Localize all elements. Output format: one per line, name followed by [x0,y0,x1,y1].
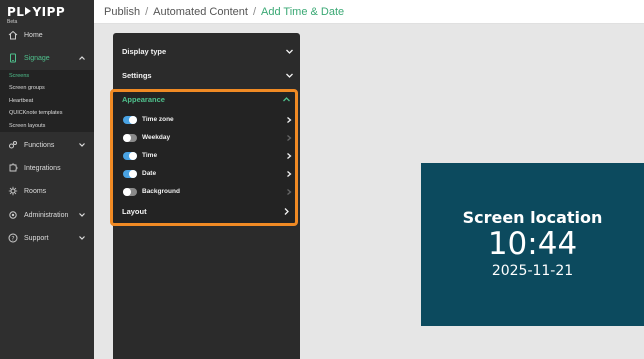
chevron-right-icon[interactable] [285,134,293,142]
subnav-quicknote-templates[interactable]: QUICKnote templates [9,110,63,116]
svg-text:?: ? [11,235,14,242]
breadcrumb-separator: / [145,5,149,18]
home-icon [8,30,18,40]
chevron-up-icon [79,56,85,60]
option-weekday[interactable]: Weekday [123,133,293,143]
breadcrumb-separator: / [252,5,256,18]
chevron-right-icon [284,208,289,215]
time-zone-toggle[interactable] [123,116,137,124]
play-icon [25,7,32,15]
puzzle-icon [8,163,18,173]
nav-functions-label: Functions [24,141,55,149]
option-time[interactable]: Time [123,151,293,161]
date-toggle[interactable] [123,170,137,178]
section-settings-label: Settings [122,71,152,80]
help-icon: ? [8,233,18,243]
section-appearance-label: Appearance [122,95,165,104]
option-background[interactable]: Background [123,187,293,197]
background-label: Background [142,188,180,195]
subnav-screens[interactable]: Screens [9,73,29,79]
chevron-down-icon [286,73,293,78]
signage-subnav: Screens Screen groups Heartbeat QUICKnot… [0,70,94,132]
section-display-type[interactable]: Display type [122,47,294,56]
gears-icon [8,140,18,150]
subnav-screen-groups[interactable]: Screen groups [9,85,45,91]
gear-icon [8,210,18,220]
nav-functions[interactable]: Functions [0,134,94,156]
section-appearance[interactable]: Appearance [122,95,291,104]
chevron-right-icon[interactable] [285,116,293,124]
nav-administration-label: Administration [24,211,69,219]
nav-signage[interactable]: Signage [0,47,94,69]
time-toggle[interactable] [123,152,137,160]
signage-icon [8,53,18,63]
section-layout-label: Layout [122,207,147,216]
breadcrumb-automated-content[interactable]: Automated Content [153,6,248,18]
breadcrumb-current-page: Add Time & Date [261,5,345,18]
rooms-icon [8,186,18,196]
breadcrumb-publish[interactable]: Publish [104,6,140,18]
nav-support[interactable]: ? Support [0,227,94,249]
time-label: Time [142,152,158,159]
background-toggle[interactable] [123,188,137,196]
nav-home-label: Home [24,31,43,39]
chevron-right-icon[interactable] [285,170,293,178]
subnav-screen-layouts[interactable]: Screen layouts [9,123,45,129]
section-layout[interactable]: Layout [122,207,291,216]
date-label: Date [142,170,157,177]
nav-support-label: Support [24,234,49,242]
preview-location: Screen location [462,208,603,227]
subnav-heartbeat[interactable]: Heartbeat [9,98,33,104]
option-time-zone[interactable]: Time zone [123,115,293,125]
weekday-toggle[interactable] [123,134,137,142]
nav-integrations[interactable]: Integrations [0,157,94,179]
option-date[interactable]: Date [123,169,293,179]
screen-preview: Screen location 10:44 2025-11-21 [421,163,644,326]
breadcrumb: Publish / Automated Content / Add Time &… [94,0,644,24]
nav-integrations-label: Integrations [24,164,61,172]
chevron-right-icon[interactable] [285,188,293,196]
nav-home[interactable]: Home [0,24,94,46]
weekday-label: Weekday [142,134,171,141]
section-settings[interactable]: Settings [122,71,294,80]
chevron-down-icon [79,236,85,240]
chevron-down-icon [79,143,85,147]
preview-time: 10:44 [487,226,578,262]
preview-date: 2025-11-21 [491,263,574,279]
section-display-type-label: Display type [122,47,167,56]
time-zone-label: Time zone [142,116,174,123]
chevron-down-icon [286,49,293,54]
sidebar: PL YIPP Beta Home Signage Screens Screen … [0,0,94,359]
nav-rooms-label: Rooms [24,187,47,195]
nav-rooms[interactable]: Rooms [0,180,94,202]
chevron-right-icon[interactable] [285,152,293,160]
nav-signage-label: Signage [24,54,50,62]
nav-administration[interactable]: Administration [0,204,94,226]
logo[interactable]: PL YIPP [7,5,65,19]
chevron-up-icon [283,97,290,102]
chevron-down-icon [79,213,85,217]
